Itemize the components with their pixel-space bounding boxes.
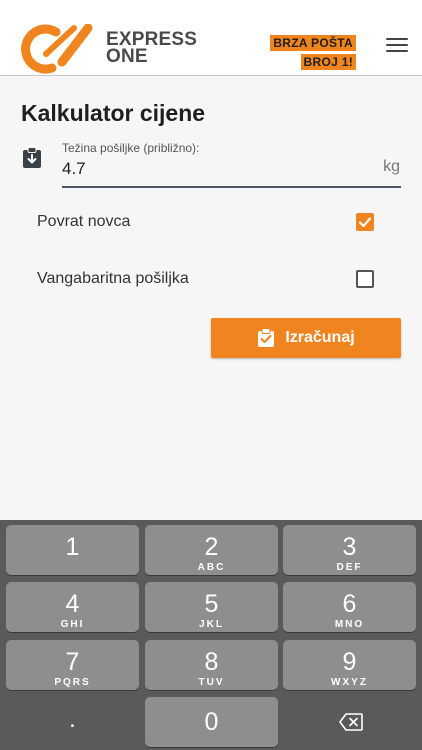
key-1-number: 1 <box>65 533 80 561</box>
key-9-letters: WXYZ <box>331 677 368 688</box>
key-4-letters: GHI <box>60 619 85 630</box>
key-2[interactable]: 2 ABC <box>145 525 278 575</box>
key-5[interactable]: 5 JKL <box>145 582 278 632</box>
slogan-line-2: BROJ 1! <box>300 54 356 70</box>
backspace-icon <box>339 713 363 731</box>
express-one-logo <box>21 24 93 74</box>
key-4-number: 4 <box>65 590 80 618</box>
key-3-number: 3 <box>342 533 357 561</box>
key-1[interactable]: 1 <box>6 525 139 575</box>
key-5-letters: JKL <box>199 619 224 630</box>
page-title: Kalkulator cijene <box>21 100 206 126</box>
key-6[interactable]: 6 MNO <box>283 582 416 632</box>
slogan-line-1: BRZA POŠTA <box>270 35 356 51</box>
key-decimal-point-symbol: . <box>69 706 76 733</box>
slogan: BRZA POŠTA BROJ 1! <box>270 34 356 71</box>
app-header: EXPRESS ONE BRZA POŠTA BROJ 1! <box>0 0 422 76</box>
brand-line-2: ONE <box>106 46 148 67</box>
key-6-number: 6 <box>342 590 357 618</box>
weight-input[interactable] <box>62 155 401 188</box>
numeric-keyboard: 1 2 ABC 3 DEF 4 GHI 5 JKL 6 MNO 7 PQRS 8… <box>0 520 422 750</box>
key-7-number: 7 <box>65 648 80 676</box>
key-3-letters: DEF <box>336 562 363 573</box>
key-3[interactable]: 3 DEF <box>283 525 416 575</box>
oversized-checkbox[interactable] <box>356 270 374 288</box>
key-7-letters: PQRS <box>54 677 91 688</box>
calculate-button-label: Izračunaj <box>285 329 355 346</box>
option-label-oversized: Vangabaritna pošiljka <box>37 270 189 287</box>
key-decimal-point[interactable]: . <box>6 697 139 747</box>
calculate-button[interactable]: Izračunaj <box>211 318 401 358</box>
brand-name: EXPRESS ONE <box>106 30 197 67</box>
key-0-number: 0 <box>204 708 219 736</box>
key-7[interactable]: 7 PQRS <box>6 640 139 690</box>
key-9[interactable]: 9 WXYZ <box>283 640 416 690</box>
backspace-key[interactable] <box>283 697 416 747</box>
key-8-number: 8 <box>204 648 219 676</box>
key-6-letters: MNO <box>334 619 365 630</box>
key-0[interactable]: 0 <box>145 697 278 747</box>
key-2-number: 2 <box>204 533 219 561</box>
weight-unit: kg <box>383 158 400 175</box>
check-icon <box>358 217 372 228</box>
option-label-money-return: Povrat novca <box>37 213 131 230</box>
money-return-checkbox[interactable] <box>356 213 374 231</box>
key-8[interactable]: 8 TUV <box>145 640 278 690</box>
key-4[interactable]: 4 GHI <box>6 582 139 632</box>
key-2-letters: ABC <box>197 562 226 573</box>
clipboard-check-icon <box>258 328 275 347</box>
hamburger-icon[interactable] <box>386 38 408 56</box>
clipboard-download-icon <box>23 147 41 168</box>
key-9-number: 9 <box>342 648 357 676</box>
key-8-letters: TUV <box>198 677 225 688</box>
key-5-number: 5 <box>204 590 219 618</box>
weight-label: Težina pošiljke (približno): <box>62 141 200 155</box>
